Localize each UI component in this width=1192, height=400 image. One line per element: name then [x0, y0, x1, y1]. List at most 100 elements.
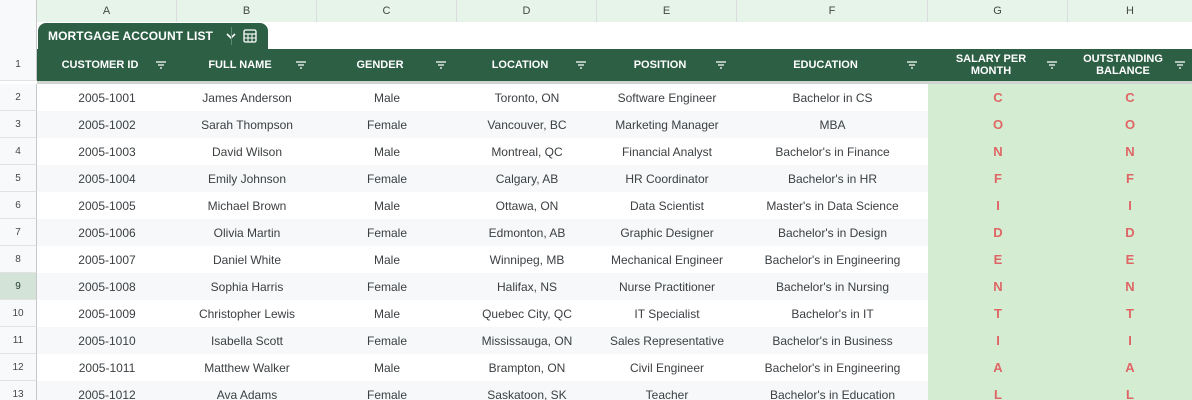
education-cell[interactable]: Bachelor's in HR — [737, 165, 928, 192]
salary-cell[interactable]: F — [928, 165, 1068, 192]
customer-id-cell[interactable]: 2005-1012 — [37, 381, 177, 400]
balance-cell[interactable]: O — [1068, 111, 1192, 138]
table-name-tab[interactable]: MORTGAGE ACCOUNT LIST — [38, 23, 268, 49]
customer-id-cell[interactable]: 2005-1011 — [37, 354, 177, 381]
header-gender[interactable]: GENDER — [317, 49, 457, 81]
filter-icon[interactable] — [906, 59, 918, 71]
row-number[interactable]: 9 — [0, 273, 37, 300]
position-cell[interactable]: Financial Analyst — [597, 138, 737, 165]
filter-icon[interactable] — [155, 59, 167, 71]
customer-id-cell[interactable]: 2005-1010 — [37, 327, 177, 354]
location-cell[interactable]: Toronto, ON — [457, 84, 597, 111]
gender-cell[interactable]: Male — [317, 300, 457, 327]
salary-cell[interactable]: A — [928, 354, 1068, 381]
salary-cell[interactable]: O — [928, 111, 1068, 138]
balance-cell[interactable]: F — [1068, 165, 1192, 192]
education-cell[interactable]: Bachelor's in Finance — [737, 138, 928, 165]
education-cell[interactable]: Bachelor's in Education — [737, 381, 928, 400]
filter-icon[interactable] — [435, 59, 447, 71]
location-cell[interactable]: Calgary, AB — [457, 165, 597, 192]
gender-cell[interactable]: Male — [317, 192, 457, 219]
full-name-cell[interactable]: Matthew Walker — [177, 354, 317, 381]
full-name-cell[interactable]: James Anderson — [177, 84, 317, 111]
row-number[interactable]: 4 — [0, 138, 37, 165]
full-name-cell[interactable]: Christopher Lewis — [177, 300, 317, 327]
location-cell[interactable]: Halifax, NS — [457, 273, 597, 300]
salary-cell[interactable]: D — [928, 219, 1068, 246]
customer-id-cell[interactable]: 2005-1007 — [37, 246, 177, 273]
customer-id-cell[interactable]: 2005-1008 — [37, 273, 177, 300]
full-name-cell[interactable]: David Wilson — [177, 138, 317, 165]
row-number[interactable]: 11 — [0, 327, 37, 354]
column-letter-d[interactable]: D — [457, 0, 597, 22]
row-number[interactable]: 8 — [0, 246, 37, 273]
position-cell[interactable]: Graphic Designer — [597, 219, 737, 246]
full-name-cell[interactable]: Ava Adams — [177, 381, 317, 400]
header-outstanding-balance[interactable]: OUTSTANDING BALANCE — [1068, 49, 1192, 81]
location-cell[interactable]: Edmonton, AB — [457, 219, 597, 246]
position-cell[interactable]: Software Engineer — [597, 84, 737, 111]
gender-cell[interactable]: Female — [317, 219, 457, 246]
position-cell[interactable]: Civil Engineer — [597, 354, 737, 381]
position-cell[interactable]: Teacher — [597, 381, 737, 400]
full-name-cell[interactable]: Isabella Scott — [177, 327, 317, 354]
header-education[interactable]: EDUCATION — [737, 49, 928, 81]
gender-cell[interactable]: Female — [317, 327, 457, 354]
salary-cell[interactable]: C — [928, 84, 1068, 111]
row-number[interactable]: 2 — [0, 84, 37, 111]
balance-cell[interactable]: D — [1068, 219, 1192, 246]
filter-icon[interactable] — [1174, 59, 1186, 71]
salary-cell[interactable]: N — [928, 138, 1068, 165]
header-position[interactable]: POSITION — [597, 49, 737, 81]
column-letter-h[interactable]: H — [1068, 0, 1192, 22]
row-number[interactable]: 1 — [0, 49, 37, 81]
balance-cell[interactable]: C — [1068, 84, 1192, 111]
location-cell[interactable]: Mississauga, ON — [457, 327, 597, 354]
customer-id-cell[interactable]: 2005-1009 — [37, 300, 177, 327]
location-cell[interactable]: Ottawa, ON — [457, 192, 597, 219]
balance-cell[interactable]: T — [1068, 300, 1192, 327]
position-cell[interactable]: Data Scientist — [597, 192, 737, 219]
full-name-cell[interactable]: Sophia Harris — [177, 273, 317, 300]
location-cell[interactable]: Vancouver, BC — [457, 111, 597, 138]
select-all-corner[interactable] — [0, 0, 37, 22]
position-cell[interactable]: Marketing Manager — [597, 111, 737, 138]
customer-id-cell[interactable]: 2005-1002 — [37, 111, 177, 138]
education-cell[interactable]: Bachelor in CS — [737, 84, 928, 111]
filter-icon[interactable] — [575, 59, 587, 71]
gender-cell[interactable]: Female — [317, 273, 457, 300]
position-cell[interactable]: Sales Representative — [597, 327, 737, 354]
customer-id-cell[interactable]: 2005-1006 — [37, 219, 177, 246]
gender-cell[interactable]: Female — [317, 381, 457, 400]
education-cell[interactable]: Bachelor's in Engineering — [737, 246, 928, 273]
position-cell[interactable]: IT Specialist — [597, 300, 737, 327]
customer-id-cell[interactable]: 2005-1001 — [37, 84, 177, 111]
balance-cell[interactable]: I — [1068, 192, 1192, 219]
balance-cell[interactable]: A — [1068, 354, 1192, 381]
column-letter-f[interactable]: F — [737, 0, 928, 22]
column-letter-b[interactable]: B — [177, 0, 317, 22]
balance-cell[interactable]: N — [1068, 273, 1192, 300]
education-cell[interactable]: Bachelor's in Design — [737, 219, 928, 246]
balance-cell[interactable]: E — [1068, 246, 1192, 273]
row-number[interactable]: 13 — [0, 381, 37, 400]
row-number[interactable]: 6 — [0, 192, 37, 219]
position-cell[interactable]: Nurse Practitioner — [597, 273, 737, 300]
header-full-name[interactable]: FULL NAME — [177, 49, 317, 81]
education-cell[interactable]: Bachelor's in Engineering — [737, 354, 928, 381]
column-letter-g[interactable]: G — [928, 0, 1068, 22]
full-name-cell[interactable]: Sarah Thompson — [177, 111, 317, 138]
balance-cell[interactable]: I — [1068, 327, 1192, 354]
gender-cell[interactable]: Male — [317, 354, 457, 381]
row-number[interactable]: 12 — [0, 354, 37, 381]
position-cell[interactable]: HR Coordinator — [597, 165, 737, 192]
column-letter-e[interactable]: E — [597, 0, 737, 22]
location-cell[interactable]: Montreal, QC — [457, 138, 597, 165]
gender-cell[interactable]: Female — [317, 111, 457, 138]
table-calculator-icon[interactable] — [241, 27, 259, 45]
customer-id-cell[interactable]: 2005-1003 — [37, 138, 177, 165]
salary-cell[interactable]: T — [928, 300, 1068, 327]
full-name-cell[interactable]: Emily Johnson — [177, 165, 317, 192]
salary-cell[interactable]: L — [928, 381, 1068, 400]
salary-cell[interactable]: N — [928, 273, 1068, 300]
